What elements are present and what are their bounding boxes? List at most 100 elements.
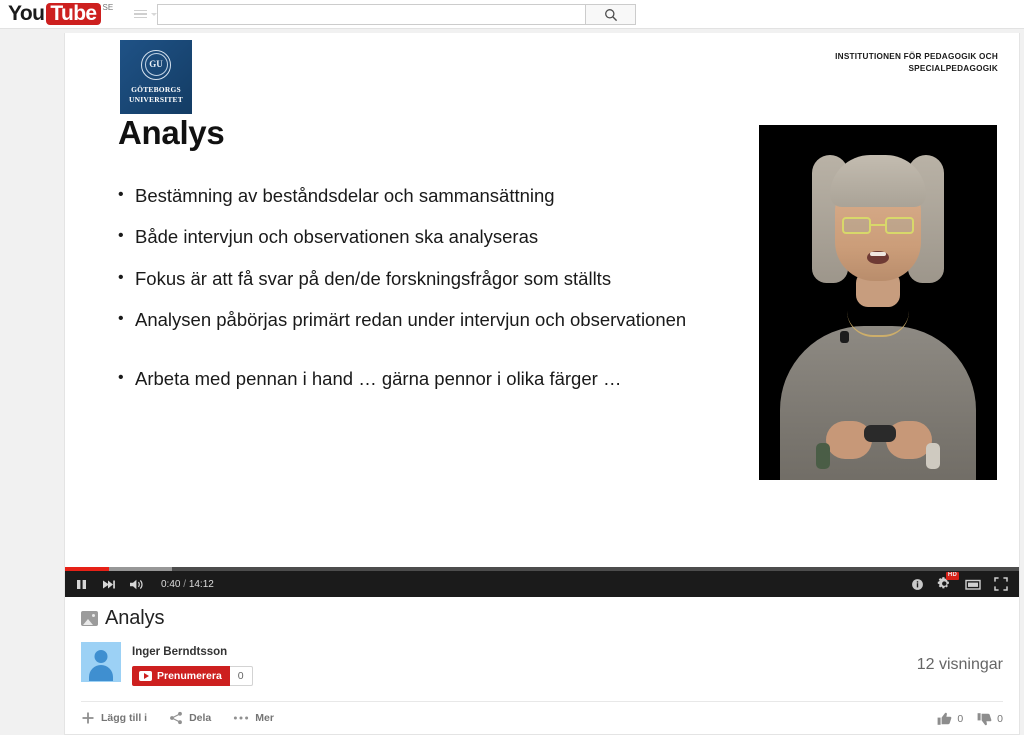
theater-mode-icon [965, 579, 981, 590]
subscriber-count[interactable]: 0 [229, 666, 253, 686]
search-button[interactable] [585, 4, 636, 25]
fullscreen-icon [994, 577, 1008, 591]
logo-country-code: SE [102, 3, 114, 12]
avatar-head-shape [94, 650, 108, 663]
presenter-glasses-right [885, 217, 914, 234]
hamburger-menu-icon[interactable] [131, 7, 160, 22]
bullet-item: • Bestämning av beståndsdelar och samman… [118, 183, 738, 209]
bullet-marker: • [118, 309, 124, 327]
presenter-bracelet [816, 443, 830, 469]
department-line-1: INSTITUTIONEN FÖR PEDAGOGIK OCH [835, 52, 998, 61]
bullet-text: Både intervjun och observationen ska ana… [135, 226, 539, 248]
dislike-count: 0 [997, 712, 1003, 725]
search-icon [604, 8, 617, 21]
video-player[interactable]: GU GÖTEBORGS UNIVERSITET INSTITUTIONEN F… [65, 33, 1019, 597]
university-name-line2: UNIVERSITET [129, 94, 183, 104]
logo-tube-text: Tube [46, 3, 101, 25]
subscribe-play-icon [139, 671, 152, 681]
bullet-marker: • [118, 186, 124, 203]
subscribe-button[interactable]: Prenumerera [132, 666, 230, 686]
share-icon [170, 711, 182, 725]
hamburger-bars [134, 9, 148, 19]
photo-slide-icon [81, 611, 98, 626]
default-user-avatar[interactable] [81, 642, 121, 682]
presentation-slide: GU GÖTEBORGS UNIVERSITET INSTITUTIONEN F… [65, 33, 1019, 597]
primary-content-column: GU GÖTEBORGS UNIVERSITET INSTITUTIONEN F… [64, 33, 1020, 735]
bullet-marker: • [118, 369, 124, 387]
youtube-logo[interactable]: You Tube SE [8, 3, 113, 25]
add-to-button[interactable]: Lägg till i [81, 711, 147, 725]
subscribe-row: Prenumerera 0 [132, 666, 253, 686]
bullet-item: • Både intervjun och observationen ska a… [118, 224, 738, 250]
next-video-icon [103, 580, 115, 588]
fullscreen-button[interactable] [994, 577, 1008, 591]
presenter-watch [926, 443, 940, 469]
info-card-button[interactable] [911, 578, 924, 591]
video-metadata: Analys Inger Berndtsson Prenumerera 0 12… [65, 597, 1019, 734]
player-left-controls: 0:40 / 14:12 [75, 571, 214, 597]
presenter-torso [780, 326, 976, 480]
masthead: You Tube SE [0, 0, 1024, 29]
slide-title: Analys [118, 114, 225, 151]
share-button[interactable]: Dela [169, 711, 211, 725]
volume-icon [130, 579, 143, 589]
video-action-bar: Lägg till i Dela Mer 0 0 [81, 701, 1003, 734]
presenter-lapel-mic [840, 331, 849, 343]
video-title-row: Analys [81, 607, 1003, 630]
like-count: 0 [957, 712, 964, 725]
more-button[interactable]: Mer [233, 712, 274, 724]
bullet-item: • Fokus är att få svar på den/de forskni… [118, 266, 738, 292]
university-logo: GU GÖTEBORGS UNIVERSITET [120, 40, 192, 114]
bullet-marker: • [118, 268, 124, 286]
thumbs-up-icon [937, 712, 952, 725]
ratings-group: 0 0 [937, 702, 1003, 735]
presenter-clicker [864, 425, 896, 442]
settings-button[interactable]: HD [937, 571, 959, 592]
time-separator: / [180, 578, 189, 590]
bullet-item: • Analysen påbörjas primärt redan under … [118, 307, 738, 333]
search-input[interactable] [157, 4, 585, 25]
bullet-text: Analysen påbörjas primärt redan under in… [135, 308, 687, 330]
search-form [157, 4, 636, 25]
seal-text: GU [149, 59, 163, 70]
university-seal-icon: GU [141, 49, 171, 80]
video-title: Analys [105, 607, 165, 629]
pause-icon [77, 579, 86, 589]
thumbs-down-icon [977, 712, 992, 725]
channel-name[interactable]: Inger Berndtsson [132, 646, 227, 658]
dislike-button[interactable]: 0 [977, 712, 1003, 726]
channel-info: Inger Berndtsson Prenumerera 0 [132, 642, 253, 686]
bullet-item: • Arbeta med pennan i hand … gärna penno… [118, 366, 738, 392]
bullet-text: Fokus är att få svar på den/de forskning… [135, 267, 612, 289]
bullet-text: Bestämning av beståndsdelar och sammansä… [135, 185, 555, 206]
add-to-label: Lägg till i [101, 712, 148, 724]
pause-button[interactable] [75, 578, 88, 591]
university-name: GÖTEBORGS UNIVERSITET [129, 85, 183, 104]
avatar-body-shape [89, 665, 113, 681]
next-video-button[interactable] [101, 578, 116, 591]
share-label: Dela [189, 712, 212, 724]
total-time: 14:12 [188, 578, 214, 590]
university-name-line1: GÖTEBORGS [131, 84, 181, 94]
more-label: Mer [255, 712, 274, 724]
player-right-controls: HD [911, 571, 1008, 597]
info-card-icon [912, 578, 923, 590]
hd-badge: HD [945, 571, 959, 580]
presenter-glasses-bridge [871, 224, 885, 226]
theater-mode-button[interactable] [965, 578, 981, 591]
like-button[interactable]: 0 [937, 712, 963, 726]
plus-icon [82, 712, 94, 724]
slide-bullet-list: • Bestämning av beståndsdelar och samman… [118, 183, 738, 407]
page-body: GU GÖTEBORGS UNIVERSITET INSTITUTIONEN F… [0, 29, 1024, 735]
player-control-bar: 0:40 / 14:12 HD [65, 567, 1019, 597]
channel-owner-row: Inger Berndtsson Prenumerera 0 12 visnin… [81, 642, 1003, 688]
presenter-glasses-left [842, 217, 871, 234]
logo-you-text: You [8, 2, 45, 25]
volume-button[interactable] [129, 578, 146, 591]
bullet-marker: • [118, 227, 124, 245]
department-heading: INSTITUTIONEN FÖR PEDAGOGIK OCH SPECIALP… [738, 51, 998, 76]
presenter-video-inset [759, 125, 997, 480]
bullet-text: Arbeta med pennan i hand … gärna pennor … [135, 368, 622, 390]
presenter-mouth [867, 251, 889, 264]
current-time: 0:40 [161, 578, 181, 590]
